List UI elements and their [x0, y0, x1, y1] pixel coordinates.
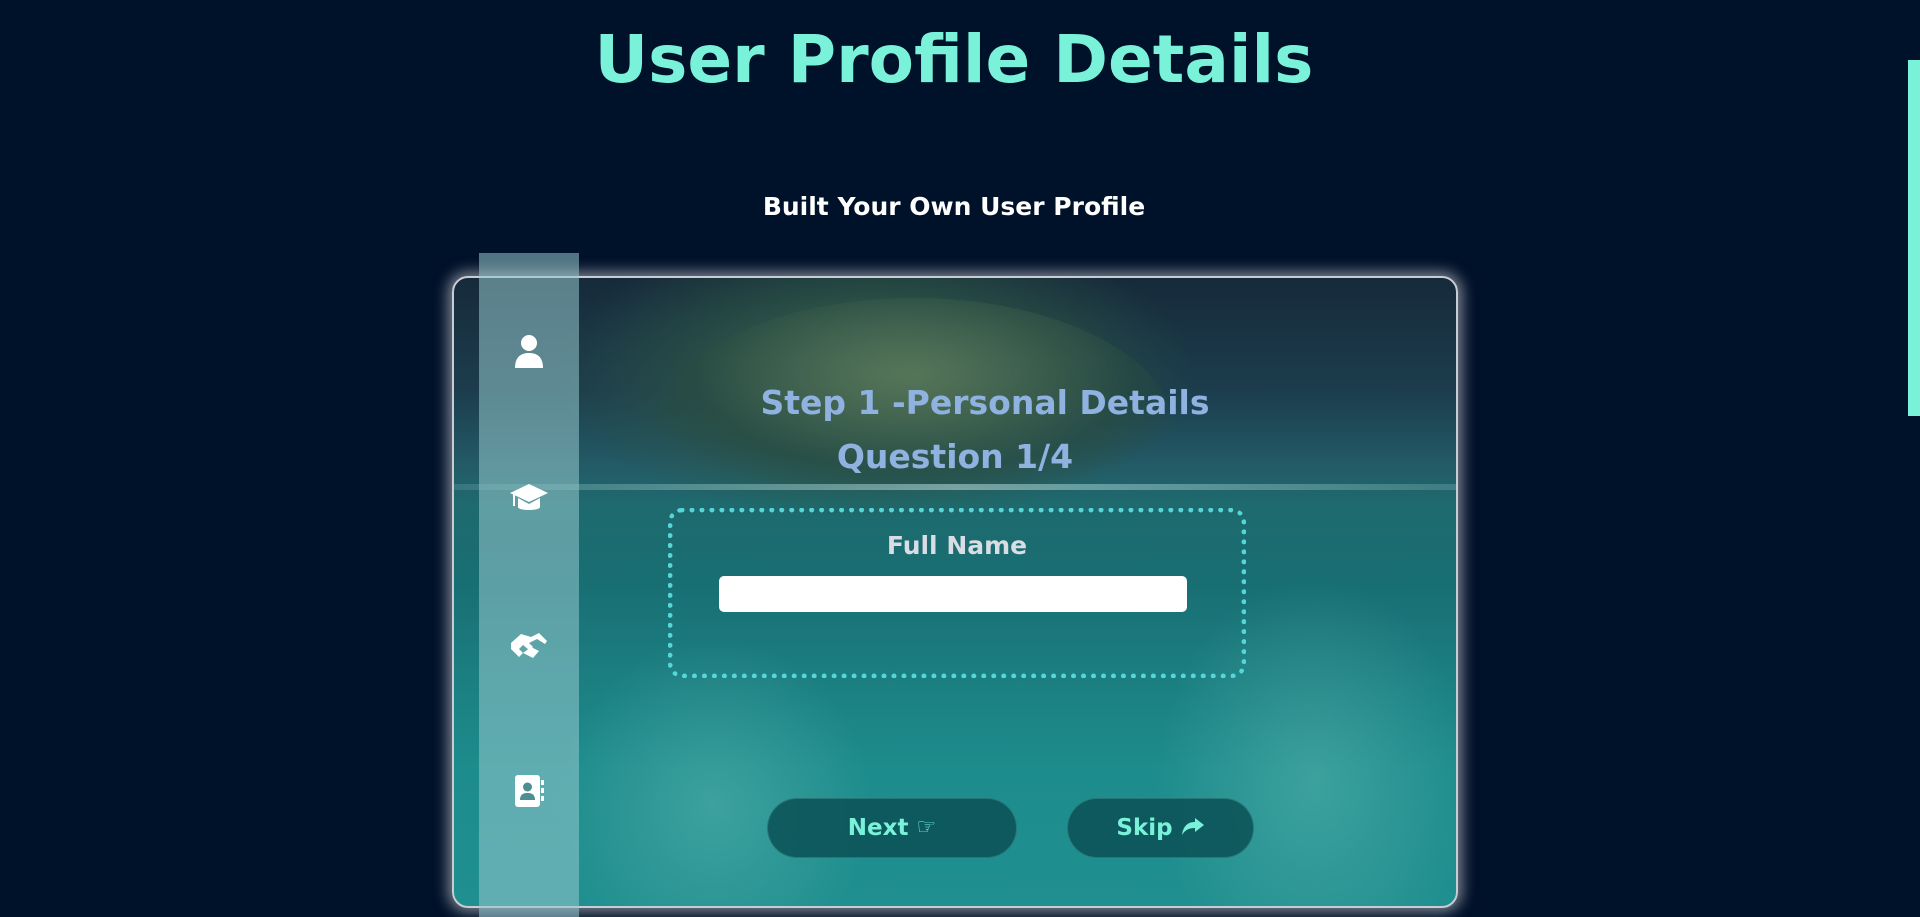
step-sidebar	[479, 253, 579, 917]
user-icon[interactable]	[479, 331, 579, 371]
background-reef-left	[554, 638, 874, 906]
skip-button-label: Skip	[1116, 815, 1173, 841]
next-button-label: Next	[847, 815, 909, 841]
skip-button[interactable]: Skip	[1067, 798, 1254, 858]
scrollbar-thumb[interactable]	[1908, 60, 1920, 416]
question-field-box: Full Name	[668, 508, 1246, 678]
background-waterline	[454, 484, 1456, 490]
address-book-icon[interactable]	[479, 771, 579, 811]
full-name-input[interactable]	[719, 576, 1187, 612]
handshake-icon[interactable]	[479, 625, 579, 665]
step-title: Step 1 -Personal Details	[760, 383, 1210, 422]
share-arrow-icon	[1181, 816, 1205, 841]
full-name-label: Full Name	[886, 531, 1028, 560]
hand-pointing-right-icon: ☞	[916, 815, 937, 840]
page-title: User Profile Details	[594, 21, 1314, 98]
graduation-cap-icon[interactable]	[479, 478, 579, 518]
next-button[interactable]: Next ☞	[767, 798, 1017, 858]
page-subtitle: Built Your Own User Profile	[762, 192, 1146, 221]
question-counter: Question 1/4	[836, 437, 1074, 476]
